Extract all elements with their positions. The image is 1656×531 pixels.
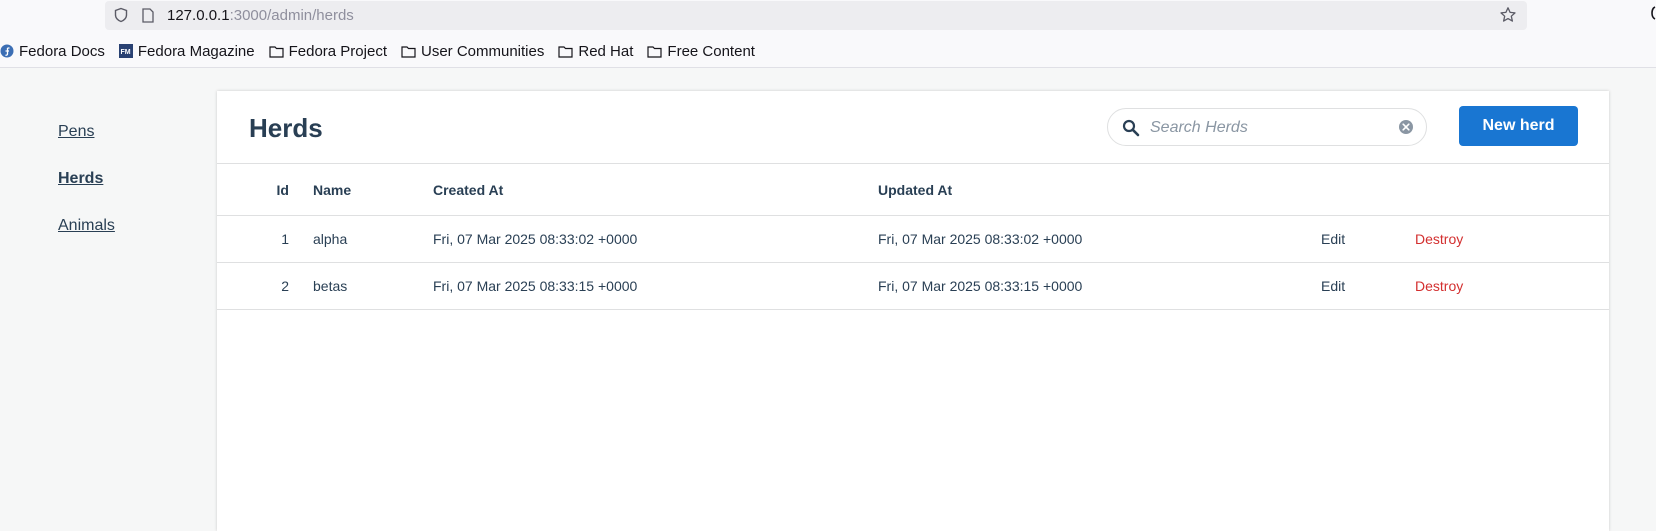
- cell-updated-at: Fri, 07 Mar 2025 08:33:02 +0000: [878, 215, 1321, 263]
- new-herd-button[interactable]: New herd: [1459, 106, 1578, 146]
- search-icon: [1122, 119, 1140, 137]
- search-input[interactable]: [1148, 116, 1392, 140]
- bookmark-label: User Communities: [421, 42, 545, 60]
- folder-icon: [269, 45, 284, 58]
- column-header-edit: [1321, 164, 1415, 216]
- bookmark-folder-user-communities[interactable]: User Communities: [401, 43, 544, 60]
- column-header-name[interactable]: Name: [313, 164, 433, 216]
- cell-created-at: Fri, 07 Mar 2025 08:33:02 +0000: [433, 215, 878, 263]
- url-bar[interactable]: 127.0.0.1:3000/admin/herds: [105, 1, 1527, 30]
- bookmark-label: Fedora Magazine: [137, 42, 255, 60]
- main-panel: Herds New herd Id Name Created At Update…: [217, 91, 1609, 531]
- page-title: Herds: [249, 113, 323, 143]
- sidebar-item-animals[interactable]: Animals: [58, 217, 115, 235]
- bookmark-label: Fedora Docs: [19, 42, 105, 60]
- sidebar-nav: Pens Herds Animals: [0, 67, 217, 520]
- bookmark-fedora-docs[interactable]: Fedora Docs: [0, 43, 105, 60]
- overflow-edge-icon: [1651, 6, 1656, 20]
- destroy-link[interactable]: Destroy: [1415, 278, 1463, 294]
- folder-icon: [558, 45, 573, 58]
- sidebar-item-pens[interactable]: Pens: [58, 123, 94, 141]
- url-text[interactable]: 127.0.0.1:3000/admin/herds: [167, 7, 354, 24]
- herds-table: Id Name Created At Updated At 1 alpha Fr…: [217, 164, 1609, 310]
- column-header-id[interactable]: Id: [217, 164, 313, 216]
- page-icon[interactable]: [141, 8, 155, 23]
- cell-updated-at: Fri, 07 Mar 2025 08:33:15 +0000: [878, 262, 1321, 310]
- bookmark-label: Fedora Project: [288, 42, 387, 60]
- fedora-icon: [0, 44, 14, 58]
- table-header-row: Id Name Created At Updated At: [217, 164, 1609, 216]
- shield-icon[interactable]: [113, 7, 129, 23]
- folder-icon: [647, 45, 663, 58]
- browser-chrome: 127.0.0.1:3000/admin/herds Fedora Docs F…: [0, 0, 1656, 68]
- bookmark-label: Free Content: [667, 42, 755, 60]
- destroy-link[interactable]: Destroy: [1415, 231, 1463, 247]
- cell-id: 2: [217, 262, 313, 310]
- folder-icon: [401, 45, 416, 58]
- edit-link[interactable]: Edit: [1321, 231, 1345, 247]
- svg-text:FM: FM: [120, 49, 130, 56]
- bookmark-label: Red Hat: [578, 42, 634, 60]
- edit-link[interactable]: Edit: [1321, 278, 1345, 294]
- url-path: :3000/admin/herds: [229, 7, 354, 24]
- search-box[interactable]: [1107, 108, 1427, 146]
- url-host: 127.0.0.1: [167, 7, 230, 24]
- column-header-destroy: [1415, 164, 1609, 216]
- bookmark-star-icon[interactable]: [1499, 6, 1517, 24]
- bookmark-folder-free-content[interactable]: Free Content: [647, 43, 755, 60]
- table-row[interactable]: 2 betas Fri, 07 Mar 2025 08:33:15 +0000 …: [217, 262, 1609, 310]
- cell-name: betas: [313, 262, 433, 310]
- cell-id: 1: [217, 215, 313, 263]
- column-header-updated-at[interactable]: Updated At: [878, 164, 1321, 216]
- bookmark-fedora-magazine[interactable]: FM Fedora Magazine: [118, 42, 255, 60]
- bookmark-folder-fedora-project[interactable]: Fedora Project: [269, 43, 387, 60]
- clear-search-icon[interactable]: [1398, 119, 1414, 135]
- fm-icon: FM: [118, 44, 133, 58]
- sidebar-item-herds[interactable]: Herds: [58, 170, 103, 188]
- column-header-created-at[interactable]: Created At: [433, 164, 878, 216]
- table-row[interactable]: 1 alpha Fri, 07 Mar 2025 08:33:02 +0000 …: [217, 215, 1609, 263]
- bookmarks-toolbar: Fedora Docs FM Fedora Magazine Fedora Pr…: [0, 40, 769, 62]
- page-header: Herds New herd: [217, 91, 1609, 164]
- bookmark-folder-red-hat[interactable]: Red Hat: [558, 43, 633, 60]
- cell-created-at: Fri, 07 Mar 2025 08:33:15 +0000: [433, 262, 878, 310]
- cell-name: alpha: [313, 215, 433, 263]
